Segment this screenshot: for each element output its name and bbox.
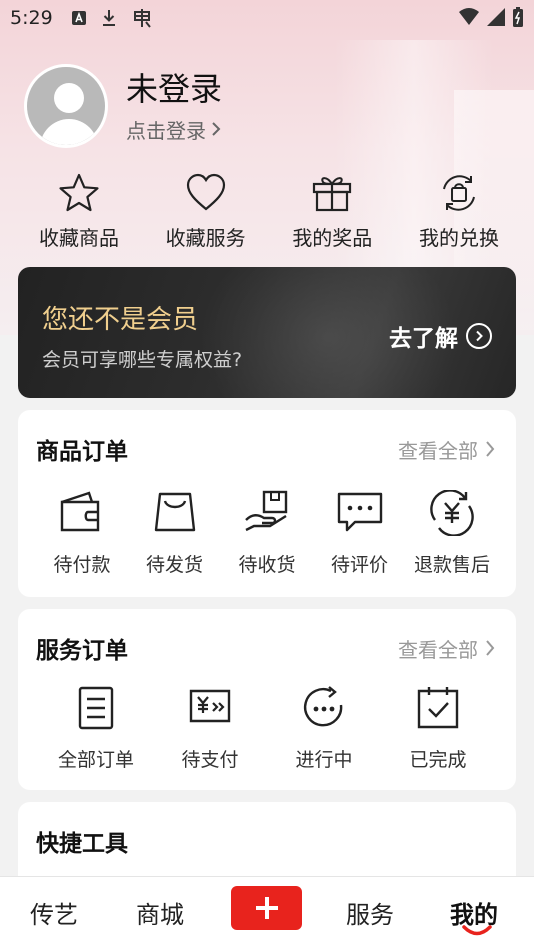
quick-tools-title: 快捷工具 — [36, 831, 128, 857]
service-status-label: 待支付 — [181, 749, 239, 771]
favorite-label: 收藏服务 — [165, 226, 246, 250]
download-icon — [101, 9, 117, 27]
goods-orders-view-all[interactable]: 查看全部 — [398, 435, 496, 464]
profile-text: 未登录 点击登录 — [126, 69, 222, 144]
card-header: 商品订单 查看全部 — [36, 432, 496, 466]
view-all-label: 查看全部 — [398, 438, 478, 463]
pay-yen-icon — [189, 689, 231, 723]
order-status-label: 待评价 — [330, 554, 388, 576]
heart-icon — [186, 173, 225, 211]
comment-icon — [337, 492, 382, 532]
package-icon — [154, 492, 195, 532]
battery-icon — [512, 6, 524, 33]
signal-icon — [486, 7, 506, 32]
order-status-label: 待发货 — [145, 554, 203, 576]
in-progress-icon — [303, 686, 343, 727]
tab-chuanyi[interactable]: 传艺 — [30, 895, 78, 930]
bottom-tab-bar: 传艺 商城 服务 我的 — [0, 876, 534, 951]
favorite-label: 我的兑换 — [418, 226, 499, 250]
goods-orders-title: 商品订单 — [36, 439, 128, 465]
learn-more-label: 去了解 — [389, 326, 458, 352]
favorite-label: 我的奖品 — [292, 226, 373, 250]
chevron-right-icon — [212, 122, 221, 136]
chevron-right-icon — [486, 441, 495, 457]
order-status-label: 待付款 — [53, 554, 111, 576]
service-orders-title: 服务订单 — [36, 638, 128, 664]
gift-icon — [313, 177, 352, 212]
tab-mall[interactable]: 商城 — [136, 895, 184, 930]
default-avatar-icon — [54, 83, 84, 113]
pending-payment-button[interactable]: 待付款 — [36, 490, 128, 577]
service-orders-view-all[interactable]: 查看全部 — [398, 634, 496, 663]
wallet-icon — [60, 491, 100, 532]
active-tab-indicator — [462, 925, 492, 936]
service-orders-row: 全部订单 待支付 进行中 已完成 — [46, 685, 488, 772]
notification-a-icon — [71, 10, 87, 26]
refund-after-sales-button[interactable]: 退款售后 — [406, 490, 498, 577]
in-progress-button[interactable]: 进行中 — [274, 685, 374, 772]
pending-receipt-button[interactable]: 待收货 — [221, 490, 313, 577]
hand-box-icon — [245, 490, 288, 532]
my-exchange-button[interactable]: 我的兑换 — [404, 172, 514, 251]
card-header: 服务订单 查看全部 — [36, 631, 496, 665]
card-header: 快捷工具 — [36, 824, 496, 858]
list-document-icon — [78, 686, 114, 730]
my-prizes-button[interactable]: 我的奖品 — [277, 172, 387, 251]
favorite-services-button[interactable]: 收藏服务 — [151, 172, 261, 251]
service-status-label: 进行中 — [295, 749, 353, 771]
status-time: 5:29 — [10, 7, 53, 29]
service-status-label: 全部订单 — [57, 749, 134, 771]
favorites-row: 收藏商品 收藏服务 我的奖品 我的兑换 — [24, 172, 514, 251]
membership-title: 您还不是会员 — [42, 305, 199, 335]
pending-shipment-button[interactable]: 待发货 — [129, 490, 221, 577]
login-link[interactable]: 点击登录 — [126, 115, 222, 144]
view-all-label: 查看全部 — [398, 637, 478, 662]
service-orders-card: 服务订单 查看全部 全部订单 待支付 进行中 已完成 — [18, 609, 516, 790]
order-status-label: 退款售后 — [413, 554, 490, 576]
favorite-label: 收藏商品 — [39, 226, 119, 250]
pending-pay-button[interactable]: 待支付 — [160, 685, 260, 772]
login-link-label: 点击登录 — [126, 118, 206, 143]
membership-banner[interactable]: 您还不是会员 会员可享哪些专属权益? 去了解 — [18, 267, 516, 398]
star-icon — [59, 173, 99, 212]
username: 未登录 — [126, 69, 223, 108]
learn-more-button[interactable]: 去了解 — [389, 319, 492, 353]
goods-orders-row: 待付款 待发货 待收货 待评价 退款售后 — [36, 490, 498, 577]
avatar[interactable] — [24, 64, 108, 148]
status-bar: 5:29 — [0, 0, 534, 36]
wifi-icon — [458, 7, 480, 32]
check-calendar-icon — [417, 687, 459, 729]
chevron-right-circle-icon — [466, 323, 492, 349]
exchange-bag-icon — [442, 175, 475, 211]
favorite-goods-button[interactable]: 收藏商品 — [24, 172, 134, 251]
all-orders-button[interactable]: 全部订单 — [46, 685, 146, 772]
add-button[interactable] — [231, 886, 302, 930]
goods-orders-card: 商品订单 查看全部 待付款 待发货 待收货 待评价 退款售后 — [18, 410, 516, 597]
profile-section[interactable]: 未登录 点击登录 — [24, 64, 222, 148]
plus-icon — [255, 897, 278, 919]
membership-subtitle: 会员可享哪些专属权益? — [42, 349, 243, 371]
chevron-right-icon — [486, 640, 495, 656]
status-right — [458, 6, 524, 33]
refund-yen-icon — [430, 490, 474, 536]
completed-button[interactable]: 已完成 — [388, 685, 488, 772]
default-avatar-icon — [40, 119, 98, 145]
order-status-label: 待收货 — [238, 554, 296, 576]
service-status-label: 已完成 — [409, 749, 467, 771]
pending-review-button[interactable]: 待评价 — [314, 490, 406, 577]
bug-icon — [131, 7, 153, 29]
tab-services[interactable]: 服务 — [346, 895, 394, 930]
